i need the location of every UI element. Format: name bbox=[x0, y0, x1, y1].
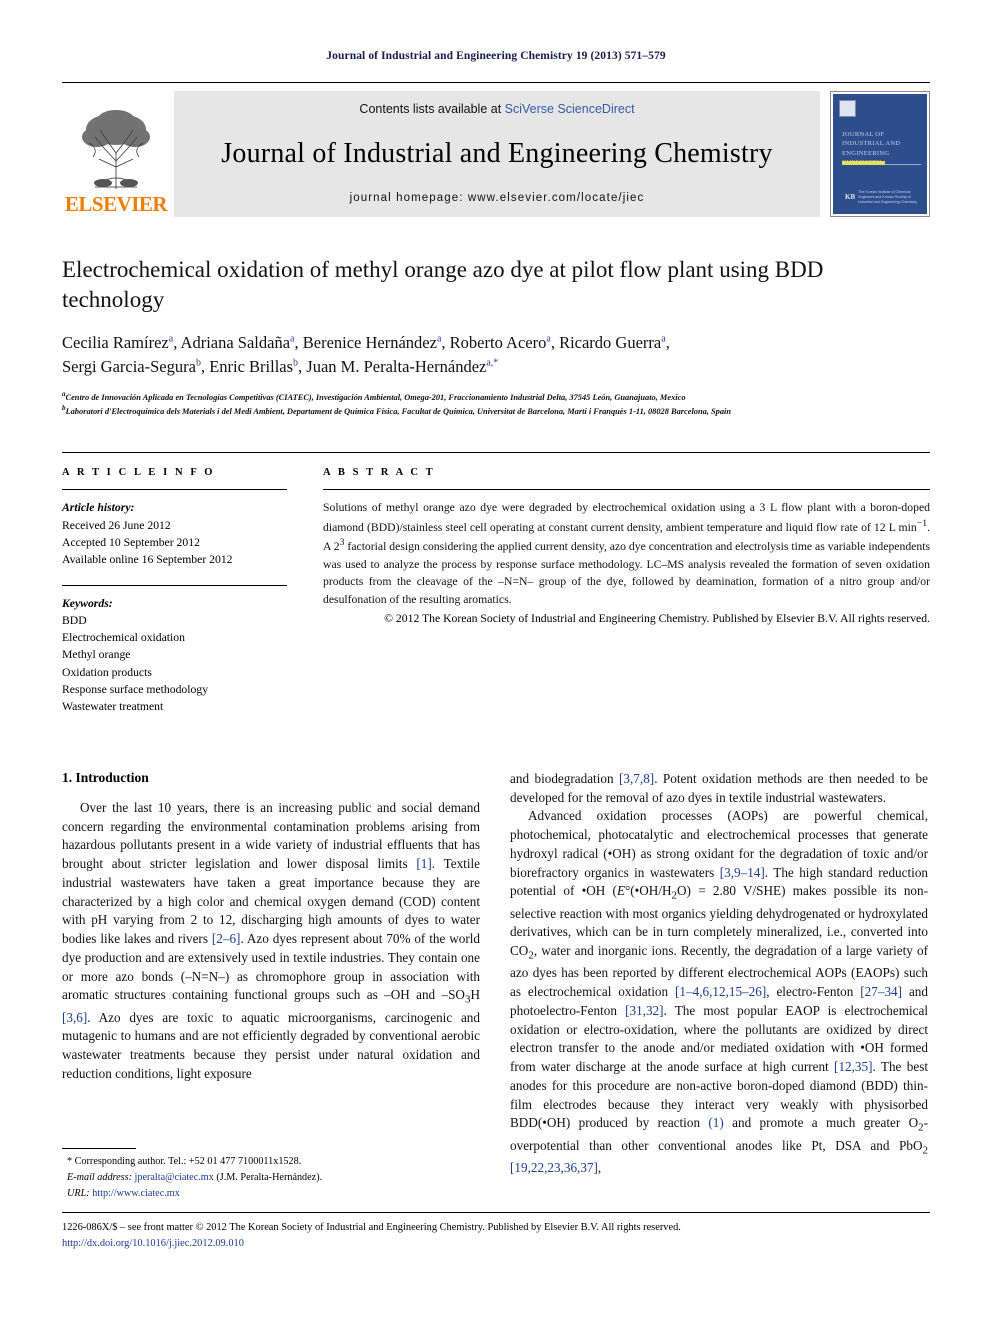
affiliation-b: bLaboratori d'Electroquímica dels Materi… bbox=[62, 404, 732, 417]
info-divider-top bbox=[62, 489, 287, 491]
society-logo-icon: KB bbox=[845, 193, 856, 202]
journal-homepage-link[interactable]: journal homepage: www.elsevier.com/locat… bbox=[350, 192, 645, 204]
author-list: Cecilia Ramíreza, Adriana Saldañaa, Bere… bbox=[62, 331, 930, 379]
footer-doi-link[interactable]: http://dx.doi.org/10.1016/j.jiec.2012.09… bbox=[62, 1236, 930, 1252]
contents-list-line: Contents lists available at SciVerse Sci… bbox=[359, 102, 634, 116]
cover-rule-yellow bbox=[842, 161, 885, 165]
abstract-column: A B S T R A C T Solutions of methyl oran… bbox=[323, 467, 930, 715]
url-label: URL: bbox=[67, 1187, 90, 1199]
elsevier-wordmark: ELSEVIER bbox=[64, 192, 168, 216]
cover-artwork: Journal of Industrial and Engineering Ch… bbox=[833, 94, 927, 214]
cover-badge-icon bbox=[839, 100, 856, 117]
email-line: E-mail address: jperalta@ciatec.mx (J.M.… bbox=[62, 1170, 480, 1186]
info-abstract-region: A R T I C L E I N F O Article history: R… bbox=[62, 452, 930, 715]
cover-society-block: KB The Korean Institute of Chemical Engi… bbox=[845, 190, 919, 205]
page-footer: 1226-086X/$ – see front matter © 2012 Th… bbox=[62, 1212, 930, 1251]
journal-title: Journal of Industrial and Engineering Ch… bbox=[221, 137, 773, 169]
abstract-text: Solutions of methyl orange azo dye were … bbox=[323, 501, 930, 606]
intro-paragraph-right-1: and biodegradation [3,7,8]. Potent oxida… bbox=[510, 771, 928, 805]
body-columns: 1. Introduction Over the last 10 years, … bbox=[62, 770, 930, 1177]
article-history-label: Article history: bbox=[62, 501, 135, 515]
keyword-item: Electrochemical oxidation bbox=[62, 631, 185, 645]
title-block: Electrochemical oxidation of methyl oran… bbox=[62, 255, 930, 418]
contents-prefix: Contents lists available at bbox=[359, 102, 505, 116]
masthead-center: Contents lists available at SciVerse Sci… bbox=[174, 91, 820, 217]
affiliation-a: aCentro de Innovación Aplicada en Tecnol… bbox=[62, 389, 686, 402]
body-column-right: and biodegradation [3,7,8]. Potent oxida… bbox=[510, 770, 928, 1177]
journal-masthead: ELSEVIER Contents lists available at Sci… bbox=[62, 82, 930, 217]
history-item: Accepted 10 September 2012 bbox=[62, 535, 200, 549]
corresponding-author-footnote: * Corresponding author. Tel.: +52 01 477… bbox=[62, 1148, 480, 1201]
keyword-item: Oxidation products bbox=[62, 665, 152, 679]
intro-paragraph-right-2: Advanced oxidation processes (AOPs) are … bbox=[510, 808, 929, 1175]
history-item: Available online 16 September 2012 bbox=[62, 553, 233, 567]
email-label: E-mail address: bbox=[67, 1171, 132, 1183]
email-owner: (J.M. Peralta-Hernández). bbox=[216, 1171, 323, 1183]
article-info-column: A R T I C L E I N F O Article history: R… bbox=[62, 467, 287, 715]
keyword-item: Methyl orange bbox=[62, 648, 131, 662]
keyword-item: Response surface methodology bbox=[62, 683, 209, 697]
footer-copyright: 1226-086X/$ – see front matter © 2012 Th… bbox=[62, 1222, 681, 1233]
abstract-heading: A B S T R A C T bbox=[323, 467, 436, 479]
author-line-2: Sergi Garcia-Segurab, Enric Brillasb, Ju… bbox=[62, 356, 499, 376]
affiliations: aCentro de Innovación Aplicada en Tecnol… bbox=[62, 389, 930, 419]
body-column-left: 1. Introduction Over the last 10 years, … bbox=[62, 770, 480, 1177]
section-heading-introduction: 1. Introduction bbox=[62, 770, 149, 785]
keywords-label: Keywords: bbox=[62, 596, 113, 610]
elsevier-tree-icon bbox=[82, 110, 150, 189]
elsevier-logo: ELSEVIER bbox=[62, 91, 170, 217]
article-first-page: Journal of Industrial and Engineering Ch… bbox=[0, 0, 992, 1323]
sciencedirect-link[interactable]: SciVerse ScienceDirect bbox=[505, 102, 635, 116]
keyword-item: BDD bbox=[62, 613, 87, 627]
keyword-item: Wastewater treatment bbox=[62, 700, 164, 714]
history-item: Received 26 June 2012 bbox=[62, 518, 171, 532]
journal-cover-thumbnail[interactable]: Journal of Industrial and Engineering Ch… bbox=[830, 91, 930, 217]
abstract-divider bbox=[323, 489, 930, 491]
info-divider-keywords bbox=[62, 584, 287, 586]
running-head: Journal of Industrial and Engineering Ch… bbox=[326, 50, 666, 62]
keywords-block: Keywords: BDD Electrochemical oxidation … bbox=[62, 595, 287, 716]
footnote-rule bbox=[62, 1148, 136, 1149]
corresponding-author-line: * Corresponding author. Tel.: +52 01 477… bbox=[67, 1156, 302, 1167]
article-info-heading: A R T I C L E I N F O bbox=[62, 467, 216, 479]
author-line-1: Cecilia Ramíreza, Adriana Saldañaa, Bere… bbox=[62, 332, 670, 352]
intro-paragraph-left: Over the last 10 years, there is an incr… bbox=[62, 800, 481, 1081]
article-history: Article history: Received 26 June 2012 A… bbox=[62, 499, 287, 568]
abstract-copyright: © 2012 The Korean Society of Industrial … bbox=[384, 612, 930, 626]
url-link[interactable]: http://www.ciatec.mx bbox=[92, 1188, 180, 1199]
email-link[interactable]: jperalta@ciatec.mx bbox=[135, 1172, 214, 1183]
society-name: The Korean Institute of Chemical Enginee… bbox=[858, 189, 918, 204]
url-line: URL: http://www.ciatec.mx bbox=[62, 1186, 480, 1202]
page-title: Electrochemical oxidation of methyl oran… bbox=[62, 257, 824, 312]
